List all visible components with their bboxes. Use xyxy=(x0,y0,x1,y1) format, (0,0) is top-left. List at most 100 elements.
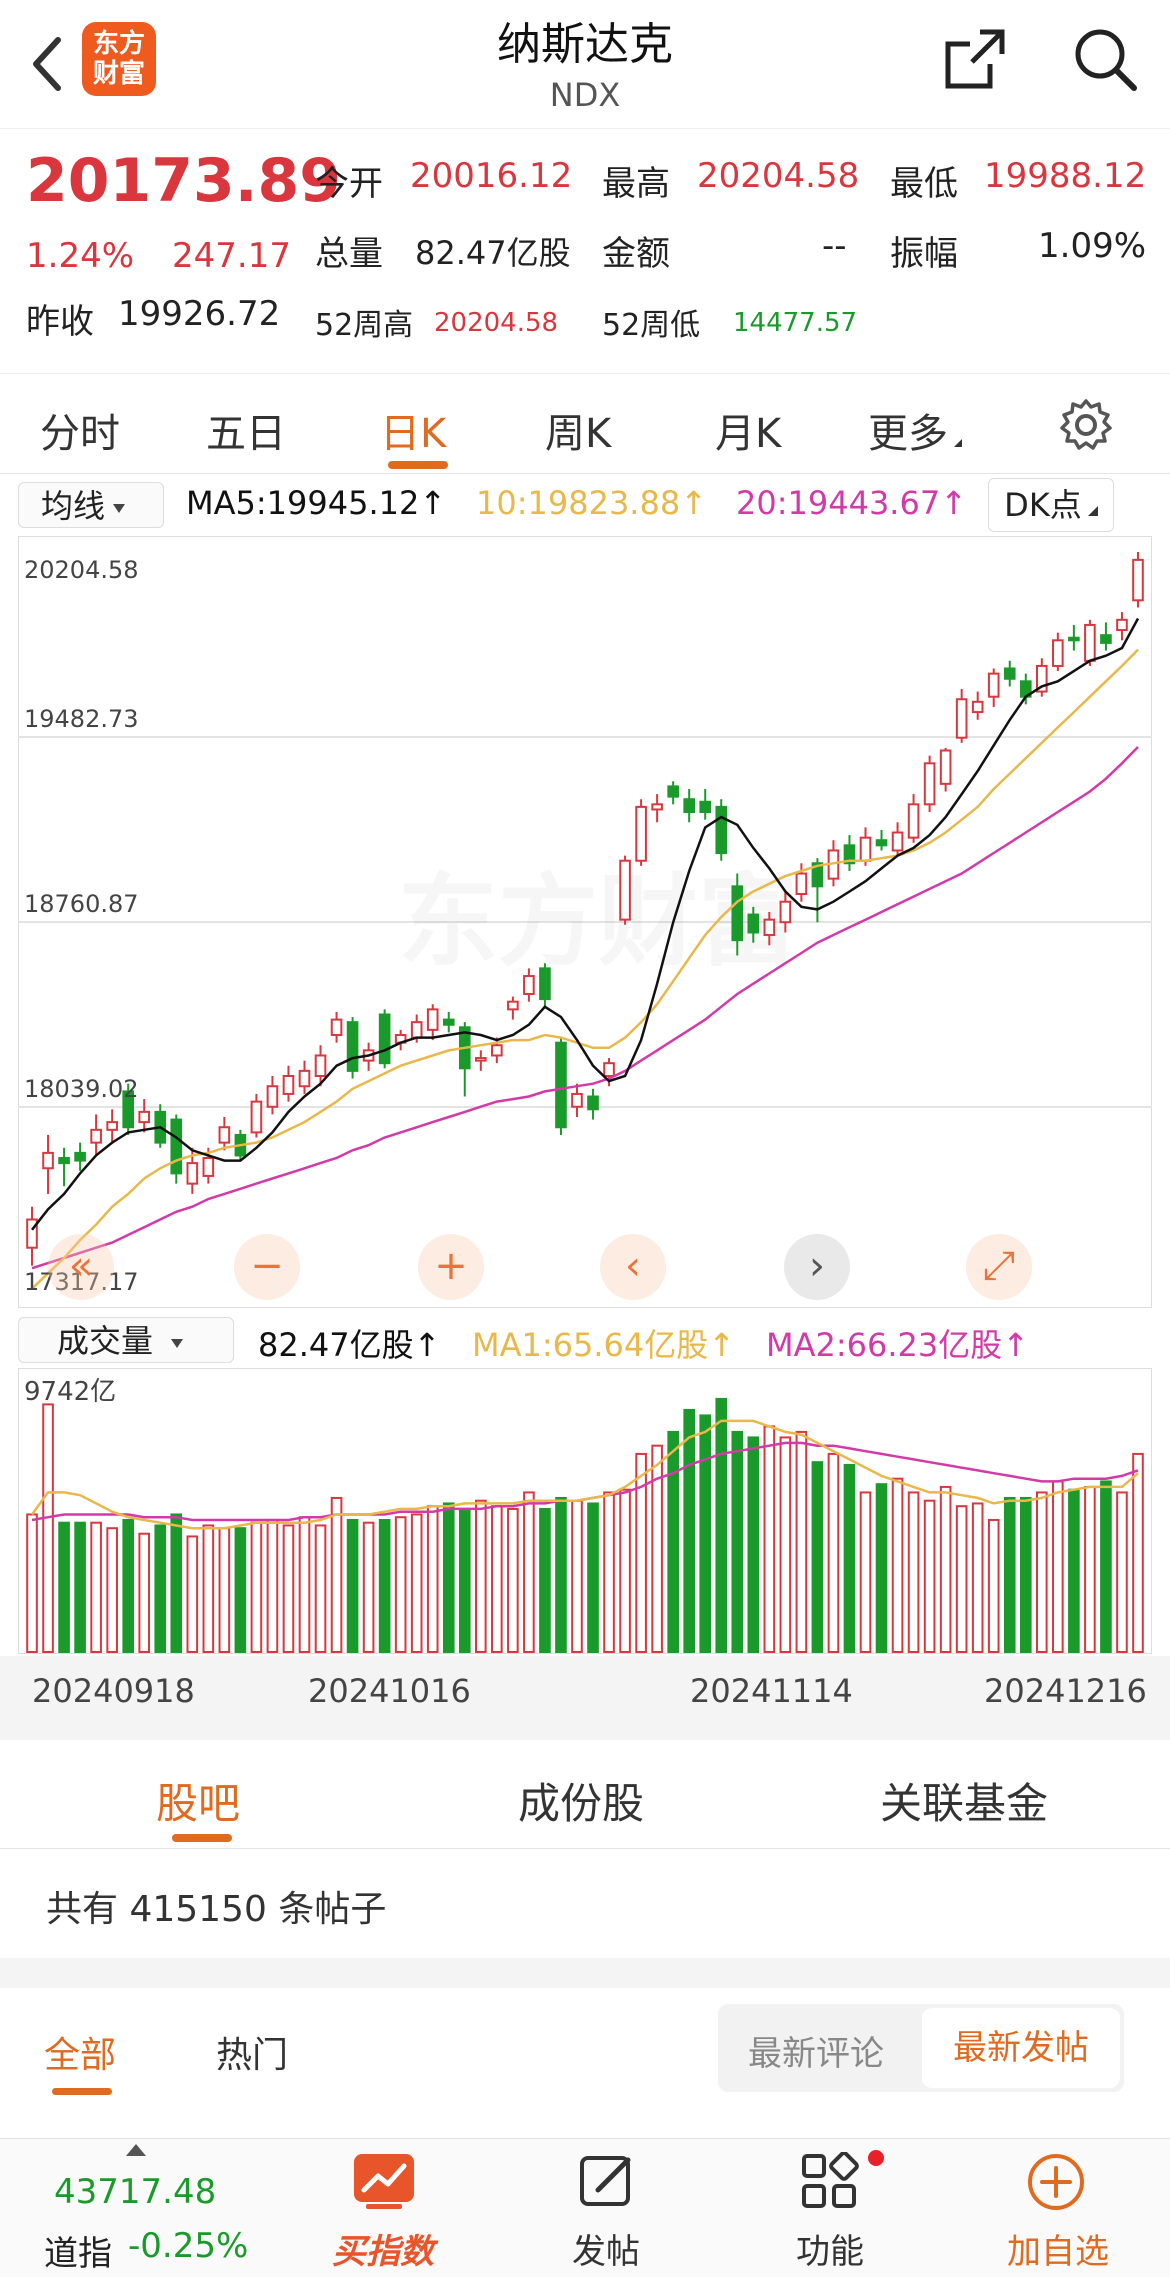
low-label: 最低 xyxy=(890,164,958,204)
amount-value: -- xyxy=(822,226,847,266)
candle-body xyxy=(314,1054,327,1077)
tab-daily-k[interactable]: 日K xyxy=(380,401,446,459)
date-label-4: 20241216 xyxy=(984,1672,1147,1710)
candle-body xyxy=(683,798,695,814)
volume-bar xyxy=(234,1527,247,1653)
volume-bar xyxy=(971,1502,984,1653)
low52-label: 52周低 xyxy=(602,308,701,343)
high-value: 20204.58 xyxy=(697,156,860,196)
prev-close-label: 昨收 xyxy=(26,302,94,342)
buy-index-icon[interactable] xyxy=(352,2152,416,2210)
volume-bar xyxy=(843,1463,856,1653)
candle-body xyxy=(1003,667,1016,680)
volume-chart: 9742亿 xyxy=(18,1368,1152,1654)
candle-body xyxy=(1116,618,1128,632)
volume-bar xyxy=(555,1496,567,1653)
volume-bar xyxy=(362,1521,375,1653)
candle-body xyxy=(74,1151,86,1162)
nav-buy-index[interactable]: 买指数 xyxy=(318,2224,448,2273)
share-icon[interactable] xyxy=(940,24,1010,94)
candle-body xyxy=(507,1000,519,1011)
candle-body xyxy=(859,836,872,862)
volume-bar xyxy=(827,1452,840,1653)
volume-bar xyxy=(378,1518,391,1653)
tab-weekly-k[interactable]: 周K xyxy=(545,401,611,459)
compose-post-icon[interactable] xyxy=(578,2152,636,2210)
volume-bar xyxy=(218,1527,231,1653)
functions-grid-icon[interactable] xyxy=(800,2152,860,2212)
candle-body xyxy=(1100,634,1112,644)
volume-bar xyxy=(1036,1491,1048,1654)
filter-all[interactable]: 全部 xyxy=(44,2026,116,2078)
volume-bar xyxy=(619,1488,631,1654)
candle-body xyxy=(923,762,936,806)
candle-body xyxy=(555,1041,567,1129)
settings-gear-icon[interactable] xyxy=(1058,397,1114,453)
top-nav-bar: 东方 财富 纳斯达克 NDX xyxy=(0,0,1170,129)
volume-axis-max-label: 9742亿 xyxy=(24,1377,116,1407)
candle-body xyxy=(619,859,631,921)
add-watchlist-icon[interactable] xyxy=(1026,2152,1086,2212)
search-icon[interactable] xyxy=(1070,24,1140,94)
volume-bar xyxy=(859,1491,872,1654)
candle-body xyxy=(218,1126,231,1144)
open-value: 20016.12 xyxy=(410,156,573,196)
candlestick-chart[interactable]: 东方财富 20204.5819482.7318760.8718039.02173… xyxy=(18,536,1152,1308)
low-value: 19988.12 xyxy=(984,156,1147,196)
volume-bar xyxy=(507,1507,519,1653)
volume-bar xyxy=(779,1436,792,1653)
volume-bar xyxy=(795,1430,808,1654)
scroll-right-button[interactable]: › xyxy=(784,1234,850,1300)
fullscreen-button[interactable]: ⤢ xyxy=(966,1234,1032,1300)
period-tabs: 分时 五日 日K 周K 月K 更多 xyxy=(0,373,1170,474)
tab-monthly-k[interactable]: 月K xyxy=(715,401,781,459)
amplitude-label: 振幅 xyxy=(890,234,958,274)
candle-body xyxy=(651,803,663,811)
volume-bar xyxy=(603,1491,615,1654)
dow-value[interactable]: 43717.48 xyxy=(54,2172,216,2212)
indicator-selector[interactable]: 均线 xyxy=(18,482,164,528)
nav-post[interactable]: 发帖 xyxy=(546,2224,666,2273)
candle-body xyxy=(539,967,551,1001)
change-percent: 1.24% xyxy=(26,236,135,276)
dropdown-arrow-icon xyxy=(113,503,126,513)
tab-related-funds[interactable]: 关联基金 xyxy=(880,1770,1048,1831)
candle-body xyxy=(635,805,647,862)
ma10-readout: 10:19823.88↑ xyxy=(476,484,707,522)
volume-bar xyxy=(1100,1480,1112,1653)
candle-body xyxy=(1132,558,1144,602)
zoom-out-button[interactable]: − xyxy=(234,1234,300,1300)
high52-label: 52周高 xyxy=(315,308,414,343)
candle-body xyxy=(426,1008,439,1031)
zoom-in-button[interactable]: + xyxy=(418,1234,484,1300)
date-label-3: 20241114 xyxy=(690,1672,853,1710)
price-tick-label: 20204.58 xyxy=(24,556,139,584)
forum-tab-indicator xyxy=(172,1834,232,1842)
tab-intraday[interactable]: 分时 xyxy=(40,401,120,459)
filter-hot[interactable]: 热门 xyxy=(216,2026,288,2078)
nav-add-watchlist[interactable]: 加自选 xyxy=(990,2224,1126,2273)
volume-bar xyxy=(154,1524,167,1653)
candle-body xyxy=(202,1157,215,1177)
jump-start-button[interactable]: « xyxy=(48,1234,114,1300)
candle-body xyxy=(58,1157,70,1165)
tab-more[interactable]: 更多 xyxy=(868,401,962,459)
tab-forum[interactable]: 股吧 xyxy=(156,1770,240,1831)
tab-constituents[interactable]: 成份股 xyxy=(518,1770,644,1831)
scroll-left-button[interactable]: ‹ xyxy=(600,1234,666,1300)
volume-indicator-selector[interactable]: 成交量 xyxy=(18,1317,234,1363)
candle-body xyxy=(266,1085,279,1108)
tab-five-day[interactable]: 五日 xyxy=(206,401,286,459)
volume-bar xyxy=(763,1425,776,1653)
amount-label: 金额 xyxy=(602,234,670,274)
volume-bar xyxy=(170,1513,183,1653)
dk-point-button[interactable]: DK点 xyxy=(988,478,1114,532)
ticker-expand-icon[interactable] xyxy=(126,2144,146,2156)
sort-latest-comment[interactable]: 最新评论 xyxy=(748,2026,884,2075)
sort-latest-post[interactable]: 最新发帖 xyxy=(922,2008,1120,2088)
price-tick-label: 18760.87 xyxy=(24,890,139,918)
volume-bar xyxy=(875,1483,888,1653)
candle-body xyxy=(747,913,760,934)
nav-functions[interactable]: 功能 xyxy=(770,2224,890,2273)
volume-selector-label: 成交量 xyxy=(57,1322,154,1360)
